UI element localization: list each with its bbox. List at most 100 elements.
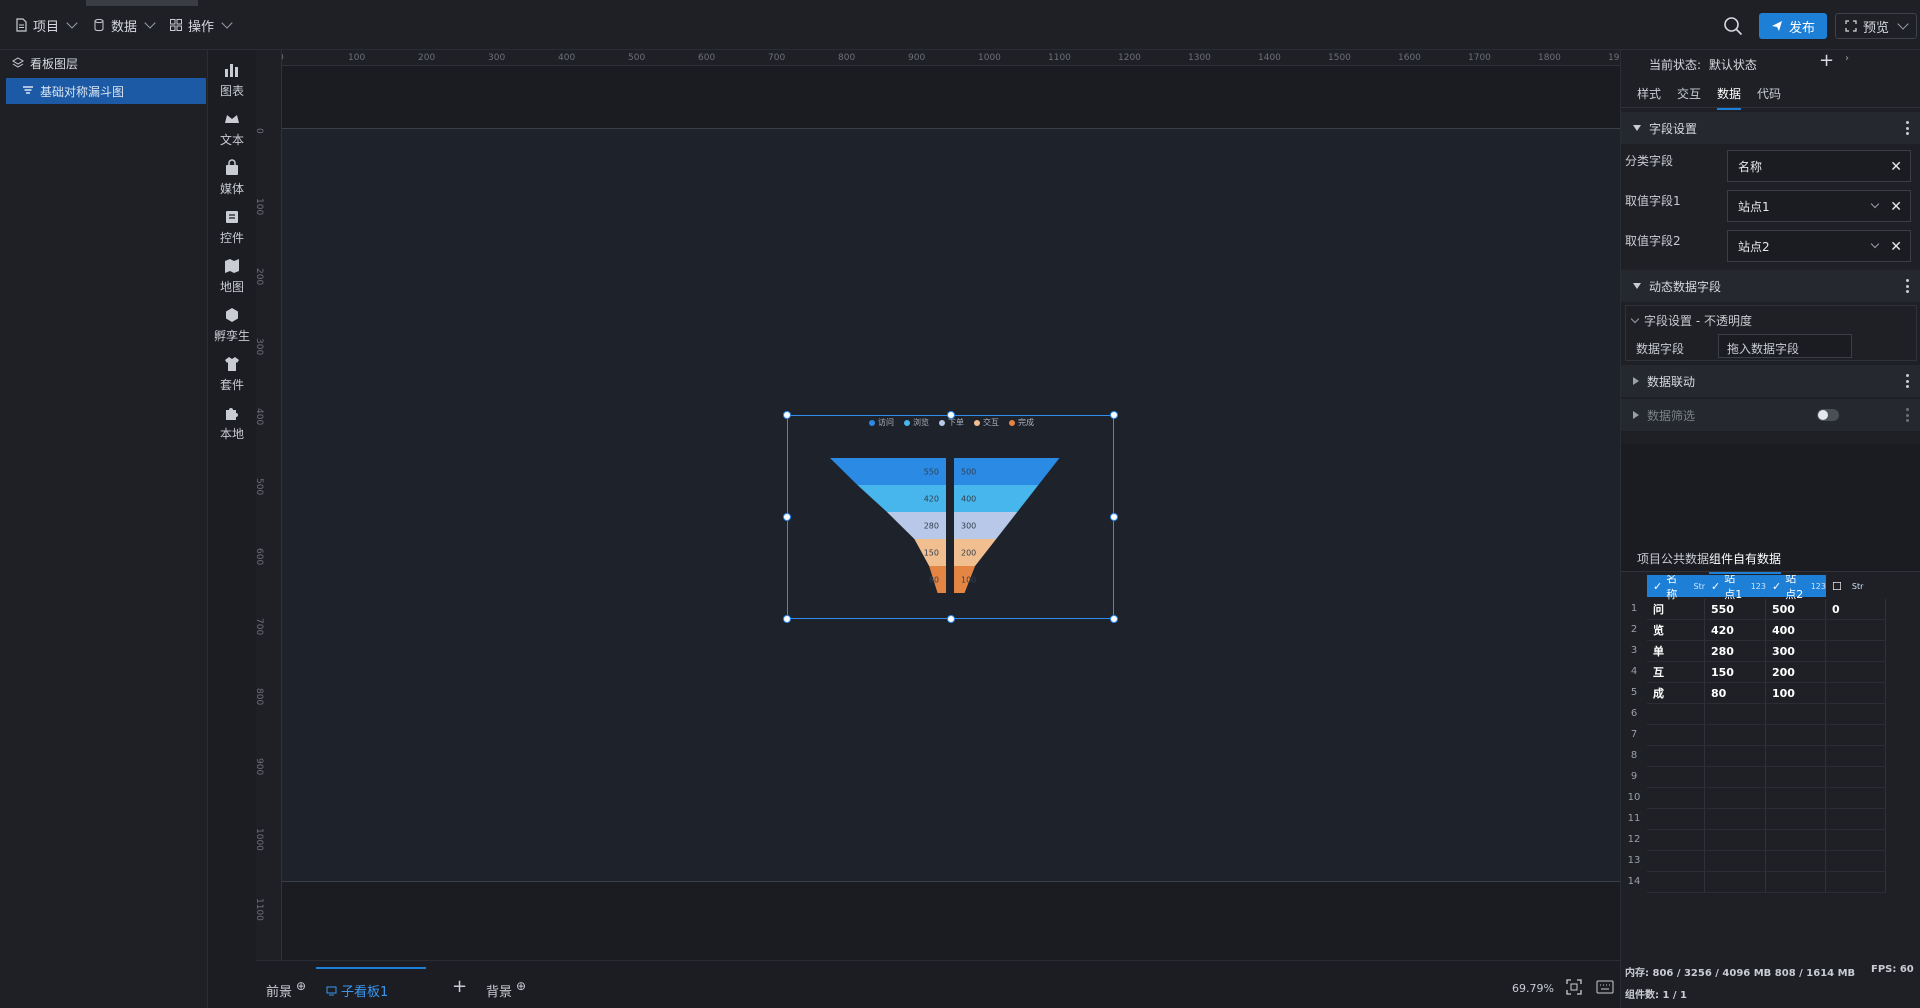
grid-cell[interactable]: [1705, 788, 1766, 809]
grid-cell[interactable]: [1647, 830, 1705, 851]
resize-handle-n[interactable]: [947, 411, 955, 419]
resize-handle-e[interactable]: [1110, 513, 1118, 521]
grid-cell[interactable]: [1766, 872, 1826, 893]
grid-cell[interactable]: 问: [1647, 599, 1705, 620]
tab-data[interactable]: 数据: [1717, 85, 1742, 110]
data-field-dropzone[interactable]: 拖入数据字段: [1718, 334, 1852, 358]
section-field-settings[interactable]: 字段设置: [1621, 112, 1920, 144]
grid-cell[interactable]: 420: [1705, 620, 1766, 641]
grid-cell[interactable]: [1766, 767, 1826, 788]
tab-style[interactable]: 样式: [1637, 85, 1661, 102]
grid-cell[interactable]: 0: [1826, 599, 1886, 620]
more-icon[interactable]: [1906, 279, 1909, 293]
resize-handle-w[interactable]: [783, 513, 791, 521]
grid-cell[interactable]: [1705, 746, 1766, 767]
grid-cell[interactable]: [1647, 851, 1705, 872]
grid-cell[interactable]: 550: [1705, 599, 1766, 620]
grid-cell[interactable]: [1826, 830, 1886, 851]
grid-cell[interactable]: [1826, 620, 1886, 641]
grid-cell[interactable]: [1826, 851, 1886, 872]
keyboard-icon[interactable]: [1596, 980, 1614, 994]
search-button[interactable]: [1722, 15, 1744, 37]
check-icon[interactable]: ✓: [1653, 580, 1662, 593]
menu-project[interactable]: 项目: [14, 16, 78, 35]
grid-cell[interactable]: [1826, 788, 1886, 809]
grid-cell[interactable]: [1766, 725, 1826, 746]
grid-column-header[interactable]: ✓ 站点1 123: [1705, 575, 1766, 601]
tool-chart[interactable]: 图表: [208, 56, 256, 104]
preview-button[interactable]: 预览: [1835, 13, 1917, 39]
grid-cell[interactable]: [1705, 830, 1766, 851]
grid-cell[interactable]: 200: [1766, 662, 1826, 683]
grid-cell[interactable]: 500: [1766, 599, 1826, 620]
section-dynamic-fields[interactable]: 动态数据字段: [1621, 270, 1920, 302]
grid-cell[interactable]: [1826, 767, 1886, 788]
grid-cell[interactable]: [1766, 788, 1826, 809]
grid-cell[interactable]: 280: [1705, 641, 1766, 662]
grid-cell[interactable]: [1705, 809, 1766, 830]
grid-cell[interactable]: [1705, 872, 1766, 893]
resize-handle-s[interactable]: [947, 615, 955, 623]
grid-cell[interactable]: [1705, 851, 1766, 872]
grid-cell[interactable]: [1705, 725, 1766, 746]
grid-cell[interactable]: 览: [1647, 620, 1705, 641]
grid-cell[interactable]: [1705, 704, 1766, 725]
grid-cell[interactable]: [1647, 788, 1705, 809]
tab-foreground[interactable]: 前景 ⊕: [266, 979, 306, 1001]
tool-twin[interactable]: 孵孪生: [208, 301, 256, 349]
grid-cell[interactable]: [1826, 872, 1886, 893]
grid-cell[interactable]: [1647, 809, 1705, 830]
chevron-down-icon[interactable]: [1870, 199, 1880, 209]
grid-cell[interactable]: [1826, 809, 1886, 830]
add-circle-icon[interactable]: ⊕: [296, 979, 306, 993]
tool-text[interactable]: 文本: [208, 105, 256, 153]
filter-toggle[interactable]: [1817, 409, 1839, 421]
add-state-button[interactable]: +: [1819, 50, 1834, 71]
grid-cell[interactable]: 80: [1705, 683, 1766, 704]
grid-cell[interactable]: [1647, 746, 1705, 767]
resize-handle-sw[interactable]: [783, 615, 791, 623]
grid-cell[interactable]: [1647, 872, 1705, 893]
grid-cell[interactable]: [1766, 851, 1826, 872]
tab-subboard[interactable]: 子看板1: [316, 967, 426, 1007]
tab-project-data[interactable]: 项目公共数据: [1637, 550, 1709, 567]
tab-component-data[interactable]: 组件自有数据: [1709, 550, 1782, 574]
menu-operation[interactable]: 操作: [169, 16, 233, 35]
close-icon[interactable]: ✕: [1890, 239, 1902, 255]
grid-cell[interactable]: 100: [1766, 683, 1826, 704]
more-icon[interactable]: [1906, 121, 1909, 135]
tab-interaction[interactable]: 交互: [1677, 85, 1701, 102]
chevron-down-icon[interactable]: [1870, 239, 1880, 249]
grid-column-header[interactable]: ✓ 站点2 123: [1766, 575, 1826, 601]
tool-map[interactable]: 地图: [208, 252, 256, 300]
grid-cell[interactable]: 300: [1766, 641, 1826, 662]
close-icon[interactable]: ✕: [1890, 159, 1902, 175]
more-icon[interactable]: [1906, 408, 1909, 422]
data-grid[interactable]: ✓ 名称 Str ✓ 站点1 123 ✓ 站点2 123 ☐ Str 1 问 550 500 0 2 览 420 40…: [1621, 575, 1920, 957]
grid-cell[interactable]: [1826, 662, 1886, 683]
more-icon[interactable]: [1906, 374, 1909, 388]
close-icon[interactable]: ✕: [1890, 199, 1902, 215]
grid-cell[interactable]: 150: [1705, 662, 1766, 683]
grid-column-header[interactable]: ✓ 名称 Str: [1647, 575, 1705, 601]
publish-button[interactable]: 发布: [1759, 13, 1827, 39]
resize-handle-se[interactable]: [1110, 615, 1118, 623]
chevron-right-icon[interactable]: ›: [1845, 53, 1849, 64]
add-circle-icon[interactable]: ⊕: [516, 979, 526, 993]
grid-cell[interactable]: [1826, 746, 1886, 767]
grid-column-header[interactable]: ☐ Str: [1826, 575, 1886, 597]
funnel-widget-selection[interactable]: 访问 浏览 下单 交互 完成 550 500 420 400 280 300 150 200 80 100: [783, 411, 1118, 623]
grid-cell[interactable]: [1647, 704, 1705, 725]
dynamic-field-opacity[interactable]: 字段设置 - 不透明度: [1630, 312, 1752, 329]
tool-kit[interactable]: 套件: [208, 350, 256, 398]
fit-screen-icon[interactable]: [1566, 979, 1582, 995]
grid-cell[interactable]: 400: [1766, 620, 1826, 641]
section-data-filter[interactable]: 数据筛选: [1621, 399, 1920, 431]
add-subboard-button[interactable]: +: [452, 976, 467, 997]
grid-cell[interactable]: [1826, 725, 1886, 746]
tab-background[interactable]: 背景 ⊕: [486, 979, 526, 1001]
grid-cell[interactable]: [1766, 704, 1826, 725]
check-icon[interactable]: ✓: [1772, 580, 1781, 593]
grid-cell[interactable]: [1766, 809, 1826, 830]
grid-cell[interactable]: [1826, 641, 1886, 662]
